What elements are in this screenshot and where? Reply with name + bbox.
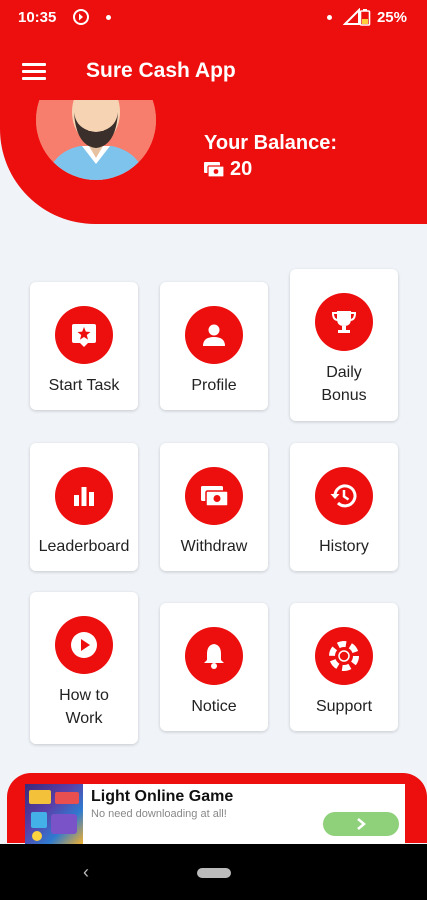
history-icon xyxy=(315,467,373,525)
balance-value: 20 xyxy=(230,158,253,180)
home-pill-icon[interactable] xyxy=(197,868,231,878)
tile-label: Withdraw xyxy=(180,538,248,555)
tile-history[interactable]: History xyxy=(290,443,398,571)
ad-banner[interactable]: Light Online Game No need downloading at… xyxy=(25,784,405,844)
ad-thumbnail xyxy=(25,784,83,844)
ad-open-button[interactable] xyxy=(323,812,399,836)
bell-icon xyxy=(185,627,243,685)
battery-percent: 25% xyxy=(376,9,407,26)
balance-value-row: 20 xyxy=(204,158,252,181)
tile-notice[interactable]: Notice xyxy=(160,603,268,731)
balance-label: Your Balance: xyxy=(204,132,337,154)
tile-label: Daily Bonus xyxy=(321,364,367,404)
app-title: Sure Cash App xyxy=(86,59,236,82)
notification-dot xyxy=(327,15,332,20)
tile-label: Notice xyxy=(191,698,237,715)
tile-label: Profile xyxy=(191,377,237,394)
media-icon xyxy=(73,9,89,25)
app-bar: Sure Cash App xyxy=(0,36,427,106)
tile-withdraw[interactable]: Withdraw xyxy=(160,443,268,571)
battery-icon xyxy=(359,9,371,26)
system-nav-bar: ‹ xyxy=(0,844,427,900)
balance-header: Your Balance: 20 xyxy=(0,100,427,224)
tile-label: History xyxy=(319,538,369,555)
avatar xyxy=(36,100,156,180)
trophy-icon xyxy=(315,293,373,351)
lifebuoy-icon xyxy=(315,627,373,685)
chevron-right-icon xyxy=(357,818,366,830)
person-icon xyxy=(185,306,243,364)
status-time: 10:35 xyxy=(18,9,57,26)
status-bar: 10:35 25% xyxy=(0,0,427,36)
bar-chart-icon xyxy=(55,467,113,525)
tile-leaderboard[interactable]: Leaderboard xyxy=(30,443,138,571)
notification-dot xyxy=(106,15,111,20)
tile-daily-bonus[interactable]: Daily Bonus xyxy=(290,269,398,421)
play-icon xyxy=(55,616,113,674)
cash-icon xyxy=(185,467,243,525)
tile-start-task[interactable]: Start Task xyxy=(30,282,138,410)
tile-support[interactable]: Support xyxy=(290,603,398,731)
tile-label: Start Task xyxy=(48,377,120,394)
cash-icon xyxy=(204,161,224,178)
hamburger-menu-icon[interactable] xyxy=(22,63,46,81)
task-star-icon xyxy=(55,306,113,364)
tile-label: Leaderboard xyxy=(38,538,130,555)
user-avatar-icon xyxy=(36,100,156,180)
ad-title: Light Online Game xyxy=(91,788,234,805)
ad-subtitle: No need downloading at all! xyxy=(91,808,227,820)
tile-how-to-work[interactable]: How to Work xyxy=(30,592,138,744)
tile-profile[interactable]: Profile xyxy=(160,282,268,410)
back-icon[interactable]: ‹ xyxy=(83,862,89,883)
tile-label: How to Work xyxy=(59,687,109,727)
tile-label: Support xyxy=(315,698,373,715)
